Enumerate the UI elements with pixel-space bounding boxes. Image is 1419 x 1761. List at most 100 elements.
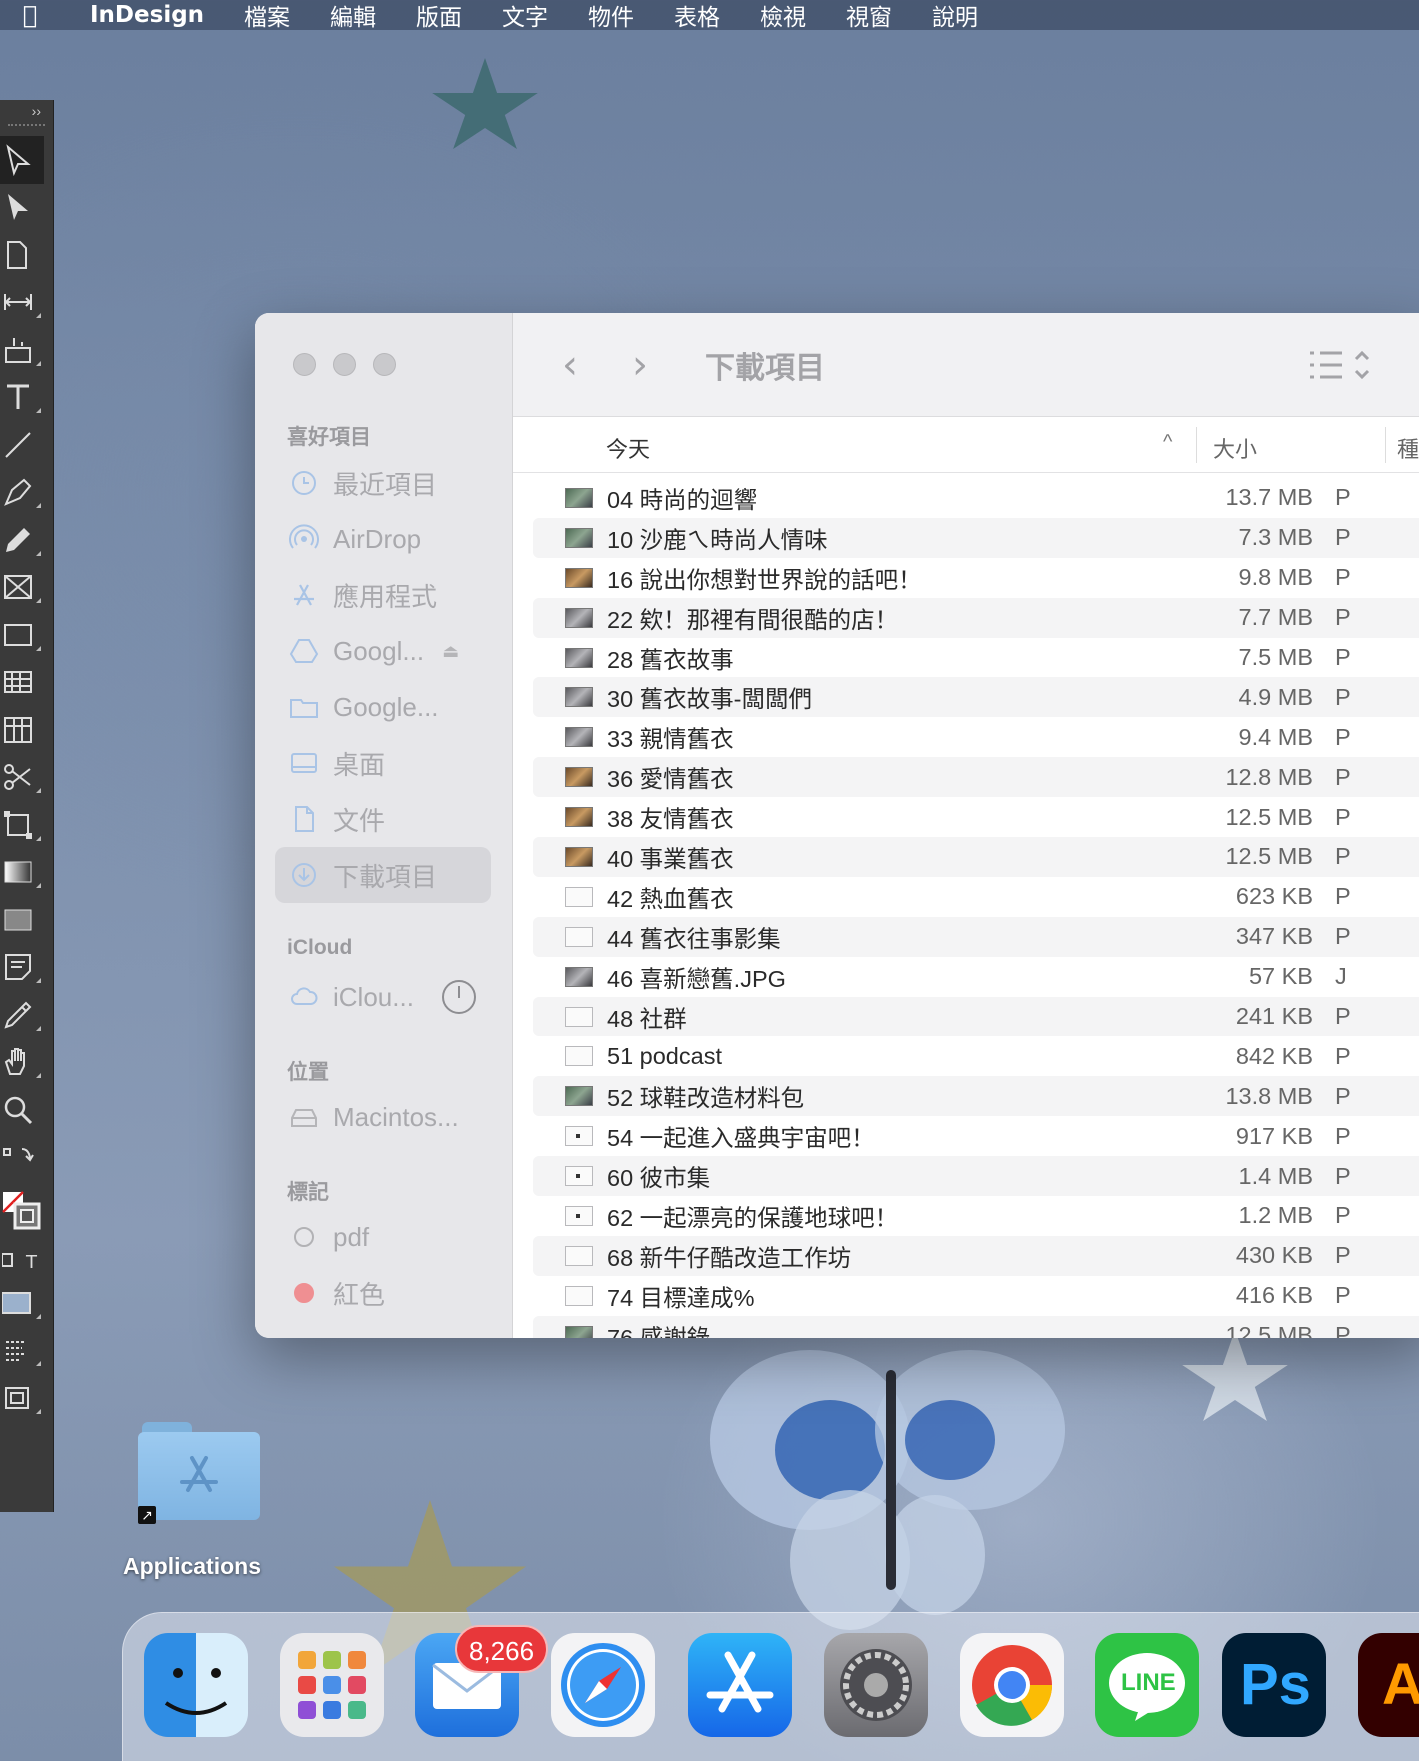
sidebar-item-recents[interactable]: 最近項目 [275, 455, 491, 511]
selection-tool[interactable] [0, 136, 44, 184]
photoshop-dock-icon[interactable]: Ps [1222, 1633, 1326, 1737]
vertical-grid-tool[interactable] [0, 706, 53, 754]
file-row[interactable]: 38 友情舊衣 12.5 MB P [533, 797, 1419, 837]
name-column-header[interactable]: 今天 [606, 432, 650, 464]
direct-selection-tool[interactable] [0, 184, 53, 232]
zoom-window-button[interactable] [373, 353, 396, 376]
line-dock-icon[interactable]: LINE [1095, 1633, 1199, 1737]
menu-edit[interactable]: 編輯 [330, 0, 376, 32]
file-row[interactable]: 04 時尚的迴響 13.7 MB P [533, 478, 1419, 518]
menu-table[interactable]: 表格 [674, 0, 720, 32]
list-view-icon[interactable] [1306, 345, 1376, 385]
menu-type[interactable]: 文字 [502, 0, 548, 32]
file-row[interactable]: 36 愛情舊衣 12.8 MB P [533, 757, 1419, 798]
sidebar-item-google-folder[interactable]: Google... [275, 679, 491, 735]
file-row[interactable]: 60 彼市集 1.4 MB P [533, 1156, 1419, 1197]
gradient-feather-tool[interactable] [0, 896, 53, 944]
file-row[interactable]: 48 社群 241 KB P [533, 996, 1419, 1037]
panel-collapse-button[interactable]: ›› [0, 100, 53, 124]
menu-file[interactable]: 檔案 [244, 0, 290, 32]
file-row[interactable]: 52 球鞋改造材料包 13.8 MB P [533, 1076, 1419, 1117]
eject-icon[interactable]: ⏏ [442, 641, 459, 662]
sidebar-item-applications[interactable]: 應用程式 [275, 567, 491, 623]
scissors-tool[interactable] [0, 754, 53, 802]
apple-icon[interactable]:  [0, 1, 60, 29]
sidebar-item-downloads[interactable]: 下載項目 [275, 847, 491, 903]
sort-ascending-icon[interactable]: ^ [1163, 431, 1172, 454]
free-transform-tool[interactable] [0, 801, 53, 849]
content-collector-tool[interactable] [0, 326, 53, 374]
rectangle-tool[interactable] [0, 611, 53, 659]
system-settings-dock-icon[interactable] [824, 1633, 928, 1737]
column-divider[interactable] [1385, 427, 1386, 463]
formatting-affects[interactable]: T [0, 1241, 53, 1279]
free-transform-icon [4, 810, 32, 839]
type-tool[interactable] [0, 374, 53, 422]
sidebar-item-desktop[interactable]: 桌面 [275, 735, 491, 791]
horizontal-grid-tool[interactable] [0, 659, 53, 707]
note-tool[interactable] [0, 944, 53, 992]
menu-object[interactable]: 物件 [588, 0, 634, 32]
finder-dock-icon[interactable] [144, 1633, 248, 1737]
sidebar-tag-red[interactable]: 紅色 [275, 1265, 491, 1321]
default-colors-swap[interactable] [0, 1134, 53, 1182]
menu-help[interactable]: 說明 [932, 0, 978, 32]
close-window-button[interactable] [293, 353, 316, 376]
file-row[interactable]: 46 喜新戀舊.JPG 57 KB J [533, 957, 1419, 997]
file-row[interactable]: 16 說出你想對世界說的話吧！ 9.8 MB P [533, 558, 1419, 598]
menu-app-name[interactable]: InDesign [90, 2, 204, 28]
panel-grip[interactable] [8, 124, 45, 136]
screen-mode-button[interactable] [0, 1327, 53, 1375]
line-tool[interactable] [0, 421, 53, 469]
fill-stroke-swatch[interactable] [0, 1181, 53, 1241]
file-row[interactable]: 74 目標達成% 416 KB P [533, 1276, 1419, 1316]
sidebar-item-airdrop[interactable]: AirDrop [275, 511, 491, 567]
sidebar-item-documents[interactable]: 文件 [275, 791, 491, 847]
app-store-dock-icon[interactable] [688, 1633, 792, 1737]
file-row[interactable]: 54 一起進入盛典宇宙吧！ 917 KB P [533, 1116, 1419, 1156]
hand-tool[interactable] [0, 1039, 53, 1087]
pencil-tool[interactable] [0, 516, 53, 564]
file-row[interactable]: 40 事業舊衣 12.5 MB P [533, 837, 1419, 877]
zoom-tool[interactable] [0, 1086, 53, 1134]
file-row[interactable]: 68 新牛仔酷改造工作坊 430 KB P [533, 1235, 1419, 1276]
back-button[interactable]: ‹ [535, 342, 605, 388]
sidebar-item-icloud-drive[interactable]: iClou... [275, 969, 491, 1025]
menu-view[interactable]: 檢視 [760, 0, 806, 32]
menu-window[interactable]: 視窗 [846, 0, 892, 32]
file-row[interactable]: 28 舊衣故事 7.5 MB P [533, 638, 1419, 678]
pen-tool[interactable] [0, 469, 53, 517]
sidebar-item-macintosh-hd[interactable]: Macintos... [275, 1089, 491, 1145]
chrome-dock-icon[interactable] [960, 1633, 1064, 1737]
sidebar-item-google-drive[interactable]: Googl... ⏏ [275, 623, 491, 679]
safari-dock-icon[interactable] [551, 1633, 655, 1737]
minimize-window-button[interactable] [333, 353, 356, 376]
eyedropper-tool[interactable] [0, 991, 53, 1039]
size-column-header[interactable]: 大小 [1213, 432, 1257, 464]
illustrator-dock-icon[interactable]: A [1358, 1633, 1419, 1737]
file-row[interactable]: 62 一起漂亮的保護地球吧！ 1.2 MB P [533, 1196, 1419, 1236]
apply-color-button[interactable] [0, 1279, 53, 1327]
file-row[interactable]: 30 舊衣故事-闆闆們 4.9 MB P [533, 677, 1419, 718]
file-row[interactable]: 33 親情舊衣 9.4 MB P [533, 717, 1419, 757]
file-row[interactable]: 76 感謝錄 12.5 MB P [533, 1315, 1419, 1338]
sidebar-tag-pdf[interactable]: pdf [275, 1209, 491, 1265]
applications-folder-label[interactable]: Applications [112, 1553, 272, 1580]
file-thumbnail-icon [565, 966, 593, 987]
file-row[interactable]: 10 沙鹿ㄟ時尚人情味 7.3 MB P [533, 517, 1419, 558]
file-row[interactable]: 42 熱血舊衣 623 KB P [533, 877, 1419, 917]
page-tool[interactable] [0, 231, 53, 279]
rectangle-frame-tool[interactable] [0, 564, 53, 612]
kind-column-header[interactable]: 種 [1397, 432, 1419, 464]
gap-tool[interactable] [0, 279, 53, 327]
file-row[interactable]: 22 欸！那裡有間很酷的店！ 7.7 MB P [533, 597, 1419, 638]
launchpad-dock-icon[interactable] [280, 1633, 384, 1737]
gradient-tool[interactable] [0, 849, 53, 897]
applications-folder-icon[interactable]: ↗ [138, 1422, 260, 1524]
file-row[interactable]: 51 podcast 842 KB P [533, 1036, 1419, 1076]
forward-button[interactable]: › [605, 342, 675, 388]
menu-layout[interactable]: 版面 [416, 0, 462, 32]
file-row[interactable]: 44 舊衣往事影集 347 KB P [533, 916, 1419, 957]
column-divider[interactable] [1196, 427, 1197, 463]
view-mode-button[interactable] [0, 1374, 53, 1422]
